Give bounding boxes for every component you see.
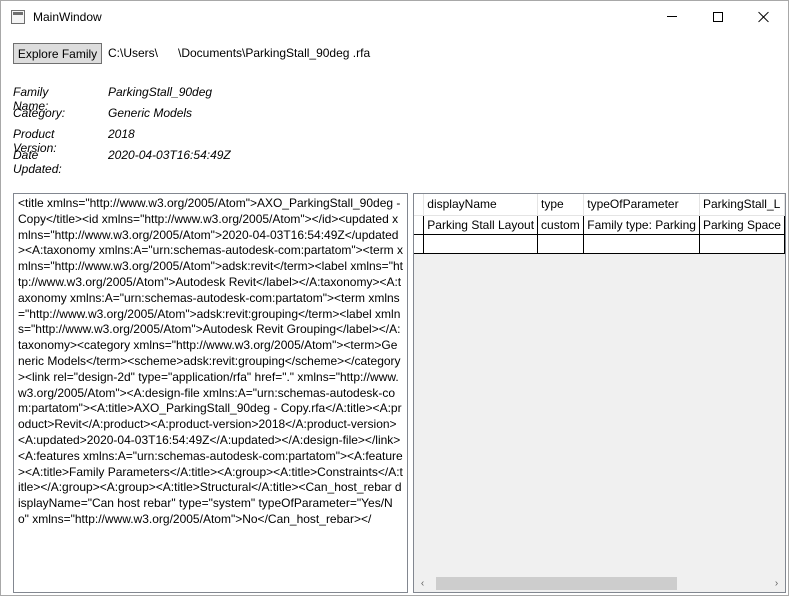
family-name-value: ParkingStall_90deg	[108, 85, 213, 99]
cell-typeofparameter[interactable]: Family type: Parking	[583, 215, 700, 235]
new-row-header[interactable]	[414, 234, 425, 254]
date-updated-label: Date Updated:	[13, 148, 62, 176]
window-app-icon	[11, 10, 25, 24]
scroll-left-icon[interactable]: ‹	[414, 575, 431, 592]
row-header[interactable]	[414, 215, 425, 235]
xml-textbox[interactable]: <title xmlns="http://www.w3.org/2005/Ato…	[13, 193, 408, 593]
xml-content: <title xmlns="http://www.w3.org/2005/Ato…	[18, 196, 404, 526]
column-header-type[interactable]: type	[537, 194, 585, 216]
scroll-right-icon[interactable]: ›	[768, 575, 785, 592]
maximize-icon	[713, 11, 723, 22]
maximize-button[interactable]	[695, 1, 741, 32]
new-row-cell[interactable]	[423, 234, 539, 254]
column-header-parkingstall[interactable]: ParkingStall_L	[699, 194, 785, 216]
parameters-datagrid[interactable]: displayName type typeOfParameter Parking…	[413, 193, 786, 593]
new-row-cell[interactable]	[699, 234, 785, 254]
cell-displayname[interactable]: Parking Stall Layout	[423, 215, 539, 235]
title-bar[interactable]: MainWindow	[1, 1, 788, 32]
column-header-displayname[interactable]: displayName	[423, 194, 539, 216]
minimize-icon	[667, 16, 677, 17]
close-button[interactable]	[741, 1, 787, 32]
parameters-table: displayName type typeOfParameter Parking…	[414, 194, 785, 254]
header-row: displayName type typeOfParameter Parking…	[414, 194, 785, 216]
horizontal-scrollbar[interactable]: ‹ ›	[414, 575, 785, 592]
new-row-cell[interactable]	[537, 234, 585, 254]
product-version-value: 2018	[108, 127, 135, 141]
minimize-button[interactable]	[649, 1, 695, 32]
cell-parkingstall[interactable]: Parking Space	[699, 215, 785, 235]
explore-family-button[interactable]: Explore Family	[13, 43, 102, 64]
main-window: MainWindow Explore Family C:\Users\ \Doc…	[0, 0, 789, 596]
column-header-typeofparameter[interactable]: typeOfParameter	[583, 194, 700, 216]
scrollbar-thumb[interactable]	[436, 577, 677, 590]
close-icon	[758, 11, 770, 23]
new-row[interactable]	[414, 234, 785, 254]
cell-type[interactable]: custom	[537, 215, 585, 235]
new-row-cell[interactable]	[583, 234, 700, 254]
category-value: Generic Models	[108, 106, 193, 120]
date-updated-value: 2020-04-03T16:54:49Z	[108, 148, 231, 162]
window-title: MainWindow	[33, 10, 102, 24]
category-label: Category:	[13, 106, 66, 120]
table-row[interactable]: Parking Stall Layout custom Family type:…	[414, 215, 785, 235]
family-file-path: C:\Users\ \Documents\ParkingStall_90deg …	[108, 46, 371, 60]
select-all-header[interactable]	[414, 194, 425, 216]
